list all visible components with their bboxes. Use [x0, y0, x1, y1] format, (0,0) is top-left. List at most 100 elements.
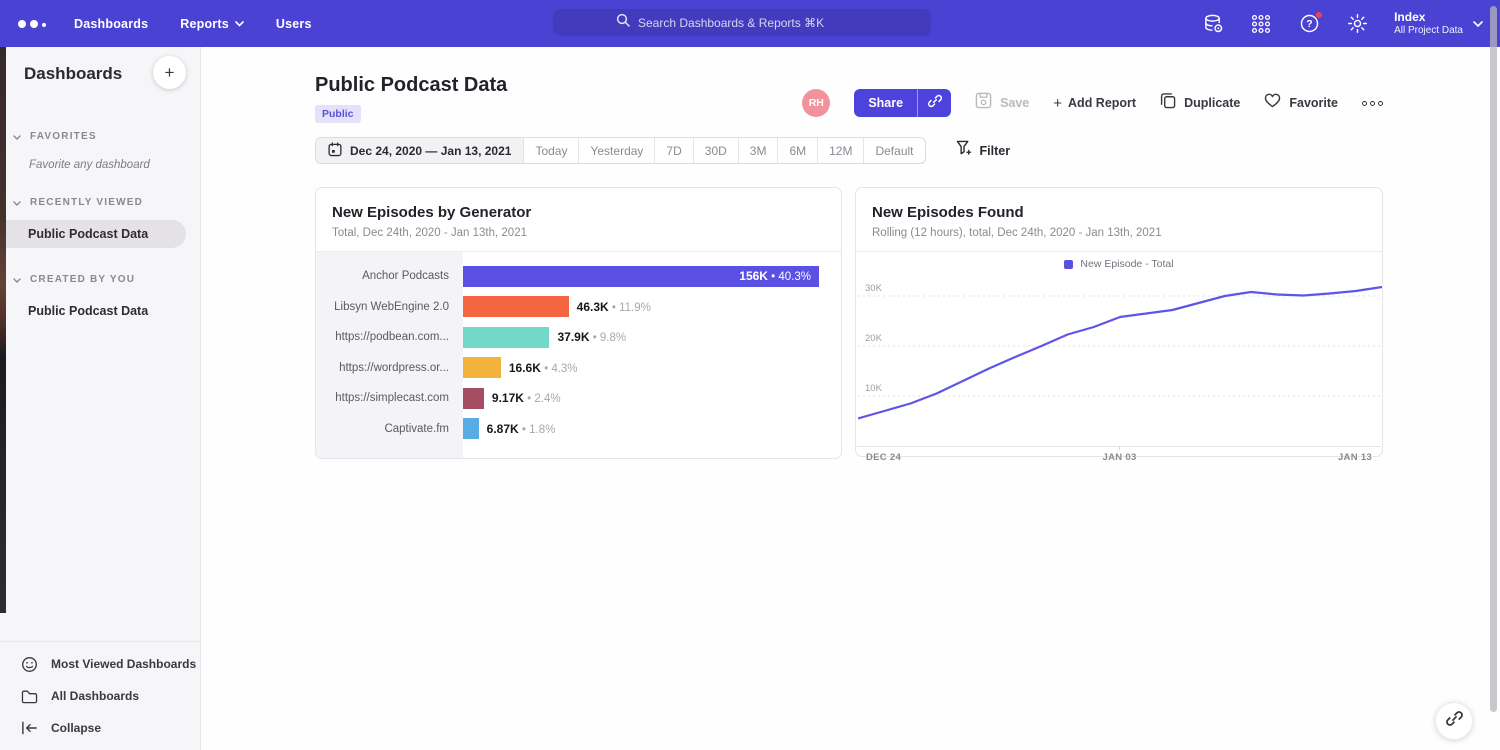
report-title: New Episodes Found: [872, 204, 1366, 221]
project-selector[interactable]: Index All Project Data: [1394, 10, 1482, 37]
nav-item-label: Dashboards: [74, 17, 148, 31]
duplicate-icon: [1160, 92, 1176, 114]
bar-row: https://podbean.com...37.9K • 9.8%: [316, 322, 841, 353]
bar-segment[interactable]: [463, 357, 501, 378]
report-title: New Episodes by Generator: [332, 204, 825, 221]
bar-category-label: Captivate.fm: [316, 423, 463, 435]
page-title: Public Podcast Data: [315, 74, 507, 97]
preset-30d[interactable]: 30D: [693, 138, 738, 163]
axis-tick: [1119, 446, 1120, 450]
header-actions: RH Share Save + Add Report Duplicate Fav…: [802, 89, 1383, 117]
bar-value-label: 37.9K • 9.8%: [557, 330, 626, 344]
vertical-scrollbar[interactable]: [1490, 6, 1497, 712]
bar-area: 6.87K • 1.8%: [463, 418, 841, 439]
nav-item-users[interactable]: Users: [276, 17, 312, 31]
nav-item-label: Reports: [180, 17, 229, 31]
collapse-sidebar-button[interactable]: Collapse: [0, 712, 200, 744]
help-icon[interactable]: ?: [1298, 13, 1320, 35]
nav-item-reports[interactable]: Reports: [180, 17, 244, 31]
project-subtitle: All Project Data: [1394, 24, 1463, 37]
chevron-down-icon: [1473, 21, 1482, 27]
legend-label: New Episode - Total: [1080, 258, 1173, 270]
bar-segment[interactable]: [463, 418, 479, 439]
share-button[interactable]: Share: [854, 89, 951, 117]
save-button[interactable]: Save: [975, 92, 1029, 114]
favorite-button[interactable]: Favorite: [1264, 93, 1338, 113]
nav-item-dashboards[interactable]: Dashboards: [74, 17, 148, 31]
bar-area: 37.9K • 9.8%: [463, 327, 841, 348]
search-input[interactable]: [638, 16, 868, 30]
mixpanel-logo-icon[interactable]: [18, 20, 46, 28]
sidebar-item-public-podcast-data[interactable]: Public Podcast Data: [0, 297, 186, 325]
chevron-down-icon: [235, 21, 244, 27]
report-card-new-episodes-found[interactable]: New Episodes Found Rolling (12 hours), t…: [855, 187, 1383, 457]
x-axis-tick-label: DEC 24: [866, 452, 901, 463]
section-recently-viewed[interactable]: RECENTLY VIEWED: [0, 193, 200, 211]
notification-dot: [1315, 11, 1323, 19]
apps-grid-icon[interactable]: [1250, 13, 1272, 35]
report-subtitle: Rolling (12 hours), total, Dec 24th, 202…: [872, 227, 1366, 251]
most-viewed-dashboards-button[interactable]: Most Viewed Dashboards: [0, 648, 200, 680]
bar-area: 9.17K • 2.4%: [463, 388, 841, 409]
x-axis-tick-label: JAN 13: [1338, 452, 1372, 463]
line-series: [858, 287, 1382, 419]
plus-icon: +: [1053, 95, 1062, 112]
bar-category-label: https://simplecast.com: [316, 392, 463, 404]
line-chart-plot[interactable]: 10K20K30K: [858, 276, 1380, 446]
preset-7d[interactable]: 7D: [654, 138, 692, 163]
bar-segment[interactable]: [463, 388, 484, 409]
section-created-by-you[interactable]: CREATED BY YOU: [0, 270, 200, 288]
preset-default[interactable]: Default: [863, 138, 924, 163]
legend-swatch: [1064, 260, 1073, 269]
bar-segment[interactable]: 156K • 40.3%: [463, 266, 819, 287]
x-axis-tick-label: JAN 03: [1103, 452, 1137, 463]
duplicate-button[interactable]: Duplicate: [1160, 92, 1240, 114]
heart-icon: [1264, 93, 1281, 113]
bar-row: https://wordpress.or...16.6K • 4.3%: [316, 353, 841, 384]
collapse-icon: [21, 721, 38, 735]
filter-label: Filter: [980, 144, 1011, 158]
bar-segment[interactable]: [463, 296, 569, 317]
preset-yesterday[interactable]: Yesterday: [578, 138, 654, 163]
main-content: Public Podcast Data Public RH Share Save…: [202, 47, 1500, 750]
bar-row: https://simplecast.com9.17K • 2.4%: [316, 383, 841, 414]
sidebar-title: Dashboards: [24, 64, 122, 83]
section-favorites[interactable]: FAVORITES: [0, 127, 200, 145]
copy-page-link-button[interactable]: [1435, 702, 1473, 740]
y-axis-tick-label: 20K: [865, 333, 882, 344]
bar-value-label: 46.3K • 11.9%: [577, 300, 651, 314]
link-icon: [927, 93, 943, 114]
avatar[interactable]: RH: [802, 89, 830, 117]
date-segments: Dec 24, 2020 — Jan 13, 2021 Today Yester…: [315, 137, 926, 164]
search-bar[interactable]: [553, 9, 931, 36]
preset-today[interactable]: Today: [523, 138, 578, 163]
add-dashboard-button[interactable]: +: [153, 56, 186, 89]
report-subtitle: Total, Dec 24th, 2020 - Jan 13th, 2021: [332, 227, 825, 251]
chevron-down-icon: [13, 193, 21, 211]
date-range-picker[interactable]: Dec 24, 2020 — Jan 13, 2021: [316, 138, 523, 163]
data-management-icon[interactable]: [1202, 13, 1224, 35]
date-range-label: Dec 24, 2020 — Jan 13, 2021: [350, 144, 511, 158]
project-name: Index: [1394, 10, 1463, 24]
more-options-button[interactable]: [1362, 101, 1383, 106]
favorites-empty-hint: Favorite any dashboard: [29, 159, 200, 171]
public-badge: Public: [315, 105, 361, 123]
copy-link-button[interactable]: [917, 89, 951, 117]
preset-6m[interactable]: 6M: [777, 138, 817, 163]
all-dashboards-button[interactable]: All Dashboards: [0, 680, 200, 712]
preset-3m[interactable]: 3M: [738, 138, 778, 163]
section-label: FAVORITES: [30, 131, 97, 142]
bar-segment[interactable]: [463, 327, 549, 348]
bar-row: Captivate.fm6.87K • 1.8%: [316, 414, 841, 445]
favorite-label: Favorite: [1289, 96, 1338, 110]
share-button-label[interactable]: Share: [854, 89, 917, 117]
report-card-new-episodes-by-generator[interactable]: New Episodes by Generator Total, Dec 24t…: [315, 187, 842, 459]
sidebar-item-public-podcast-data[interactable]: Public Podcast Data: [0, 220, 186, 248]
gear-icon[interactable]: [1346, 13, 1368, 35]
chart-legend: New Episode - Total: [856, 252, 1382, 276]
filter-button[interactable]: Filter: [956, 140, 1011, 161]
calendar-icon: [328, 142, 342, 160]
y-axis-tick-label: 30K: [865, 283, 882, 294]
preset-12m[interactable]: 12M: [817, 138, 863, 163]
add-report-button[interactable]: + Add Report: [1053, 95, 1136, 112]
